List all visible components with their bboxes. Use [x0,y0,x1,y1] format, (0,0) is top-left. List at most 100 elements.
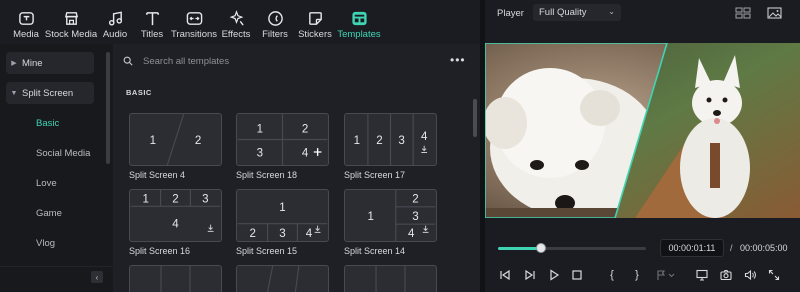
toolbar-label: Effects [221,29,251,40]
template-name: Split Screen 14 [344,246,406,256]
sidebar-item-basic[interactable]: Basic [36,118,59,129]
region-number: 3 [202,194,208,206]
toolbar-label: Transitions [170,29,218,40]
template-thumbnail: 1 2 3 4 [236,189,329,242]
stock-media-icon [61,9,81,27]
player-panel: Player Full Quality ⌄ 00:00:01:11 / 00:0… [485,0,800,292]
snapshot-button[interactable] [719,268,733,282]
region-number: 2 [412,194,418,206]
sidebar-folder-split-screen[interactable]: ▼ Split Screen [6,82,94,104]
region-number: 3 [279,228,285,240]
sidebar-folder-label: Mine [22,57,43,69]
mark-out-icon: } [635,269,639,281]
effects-icon [226,9,246,27]
monitor-icon [696,269,708,281]
sidebar-item-social-media[interactable]: Social Media [36,148,90,159]
download-icon [314,225,321,233]
toolbar-templates[interactable]: Templates [336,0,382,44]
quality-dropdown[interactable]: Full Quality ⌄ [533,4,621,21]
preview-frame [485,43,800,218]
sidebar-folder-mine[interactable]: ▶ Mine [6,52,94,74]
templates-panel: ••• BASIC 1 2 Split Screen 4 1 2 3 4 Spl… [113,44,480,292]
collapse-sidebar-button[interactable]: ‹ [91,271,103,283]
toolbar-media[interactable]: Media [8,0,44,44]
panel-scrollbar[interactable] [473,99,477,137]
template-thumbnail: 1 2 3 4 [344,113,437,166]
skip-back-icon [500,269,510,281]
toolbar-label: Stickers [298,29,332,40]
current-time[interactable]: 00:00:01:11 [660,239,724,257]
search-input[interactable] [143,55,423,67]
toolbar-label: Titles [140,29,164,40]
region-number: 3 [257,147,263,159]
play-forward-button[interactable] [523,268,537,282]
expand-icon [768,269,780,281]
region-number: 1 [368,211,374,223]
toolbar-stickers[interactable]: Stickers [296,0,334,44]
region-number: 4 [408,228,415,240]
template-thumbnail: 1 2 3 4 [344,189,437,242]
marker-dropdown[interactable] [655,268,677,282]
more-options-icon[interactable]: ••• [450,53,466,67]
region-number: 4 [302,147,309,159]
sidebar-item-love[interactable]: Love [36,178,57,189]
region-number: 4 [421,131,428,143]
previous-frame-button[interactable] [498,268,512,282]
toolbar-filters[interactable]: Filters [256,0,294,44]
volume-button[interactable] [743,268,757,282]
volume-icon [744,269,756,281]
toolbar-transitions[interactable]: Transitions [170,0,218,44]
media-icon [16,9,36,27]
audio-icon [105,9,125,27]
playhead-handle[interactable] [535,243,546,253]
template-thumbnail [129,265,222,292]
toolbar-label: Stock Media [44,29,98,40]
region-number: 3 [398,135,404,147]
template-name: Split Screen 4 [129,170,186,180]
caret-right-icon: ▶ [11,60,17,67]
playback-timeline[interactable] [498,243,646,253]
toolbar-audio[interactable]: Audio [98,0,132,44]
sidebar-item-game[interactable]: Game [36,208,62,219]
fullscreen-button[interactable] [767,268,781,282]
sidebar-scrollbar[interactable] [106,52,110,164]
toolbar-effects[interactable]: Effects [218,0,254,44]
templates-icon [349,9,369,27]
region-number: 2 [249,228,255,240]
toolbar-label: Templates [337,29,381,40]
chevron-down-icon: ⌄ [608,7,615,16]
template-thumbnail: 1 2 3 4 [129,189,222,242]
template-category-sidebar: ▶ Mine ▼ Split Screen Basic Social Media… [0,44,113,292]
marker-icon [657,270,675,280]
stop-icon [572,270,582,280]
grid-view-icon[interactable] [735,6,751,24]
camera-icon [720,269,732,281]
region-number: 2 [195,135,201,147]
template-name: Split Screen 18 [236,170,298,180]
template-thumbnail: 1 2 [129,113,222,166]
stickers-icon [305,9,325,27]
toolbar-stock-media[interactable]: Stock Media [44,0,98,44]
mark-out-button[interactable]: } [630,268,644,282]
download-icon [421,145,428,153]
region-number: 2 [172,194,178,206]
template-name: Split Screen 16 [129,246,191,256]
snapshot-image-icon[interactable] [767,6,782,24]
template-thumbnail [236,265,329,292]
play-icon [550,269,560,281]
display-settings-button[interactable] [695,268,709,282]
toolbar-label: Media [13,29,39,40]
region-number: 3 [412,211,418,223]
titles-icon [142,9,162,27]
mark-in-button[interactable]: { [605,268,619,282]
template-thumbnail: 1 2 3 4 [236,113,329,166]
stop-button[interactable] [570,268,584,282]
quality-value: Full Quality [539,7,587,18]
toolbar-label: Filters [262,29,288,40]
sidebar-folder-label: Split Screen [22,87,74,99]
play-button[interactable] [547,268,561,282]
toolbar-titles[interactable]: Titles [134,0,170,44]
section-title: BASIC [126,88,152,97]
video-preview[interactable] [485,43,800,218]
sidebar-item-vlog[interactable]: Vlog [36,238,55,249]
